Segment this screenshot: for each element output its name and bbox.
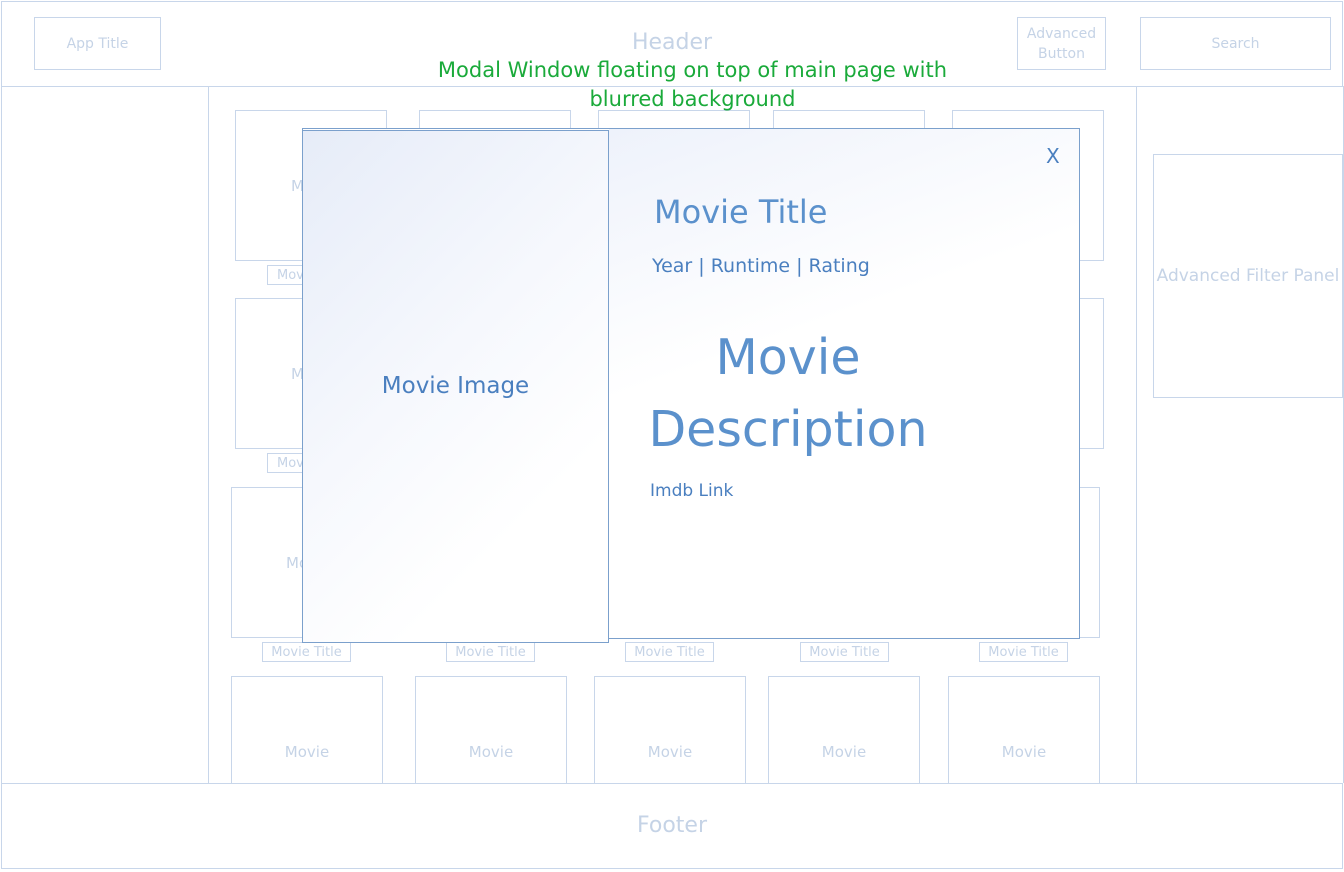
modal-annotation: Modal Window floating on top of main pag… (437, 58, 948, 111)
advanced-filter-panel[interactable]: Advanced Filter Panel (1153, 154, 1343, 398)
movie-image-label: Movie Image (381, 373, 530, 399)
footer: Footer (1, 783, 1343, 869)
search-input[interactable]: Search (1140, 17, 1331, 70)
movie-tile[interactable]: Movie (231, 676, 383, 784)
movie-tile[interactable]: Movie (415, 676, 567, 784)
advanced-button[interactable]: Advanced Button (1017, 17, 1106, 70)
movie-tile[interactable]: Movie (594, 676, 746, 784)
imdb-link[interactable]: Imdb Link (650, 481, 733, 501)
footer-title: Footer (637, 813, 707, 838)
movie-tile[interactable]: Movie (948, 676, 1100, 784)
modal-movie-meta: Year | Runtime | Rating (652, 255, 870, 277)
app-title[interactable]: App Title (34, 17, 161, 70)
movie-tile[interactable]: Movie (768, 676, 920, 784)
movie-title-label[interactable]: Movie Title (446, 642, 535, 662)
movie-title-label[interactable]: Movie Title (625, 642, 714, 662)
close-button[interactable]: X (1046, 144, 1060, 168)
modal-movie-title: Movie Title (654, 193, 828, 231)
left-sidebar (1, 86, 209, 783)
wireframe-page: Header App Title Advanced Button Search … (0, 0, 1344, 872)
movie-title-label[interactable]: Movie Title (979, 642, 1068, 662)
movie-title-label[interactable]: Movie Title (800, 642, 889, 662)
movie-modal: Movie Image X Movie Title Year | Runtime… (302, 128, 1080, 643)
movie-title-label[interactable]: Movie Title (262, 642, 351, 662)
modal-movie-description: Movie Description (648, 329, 928, 458)
movie-image: Movie Image (302, 130, 609, 643)
